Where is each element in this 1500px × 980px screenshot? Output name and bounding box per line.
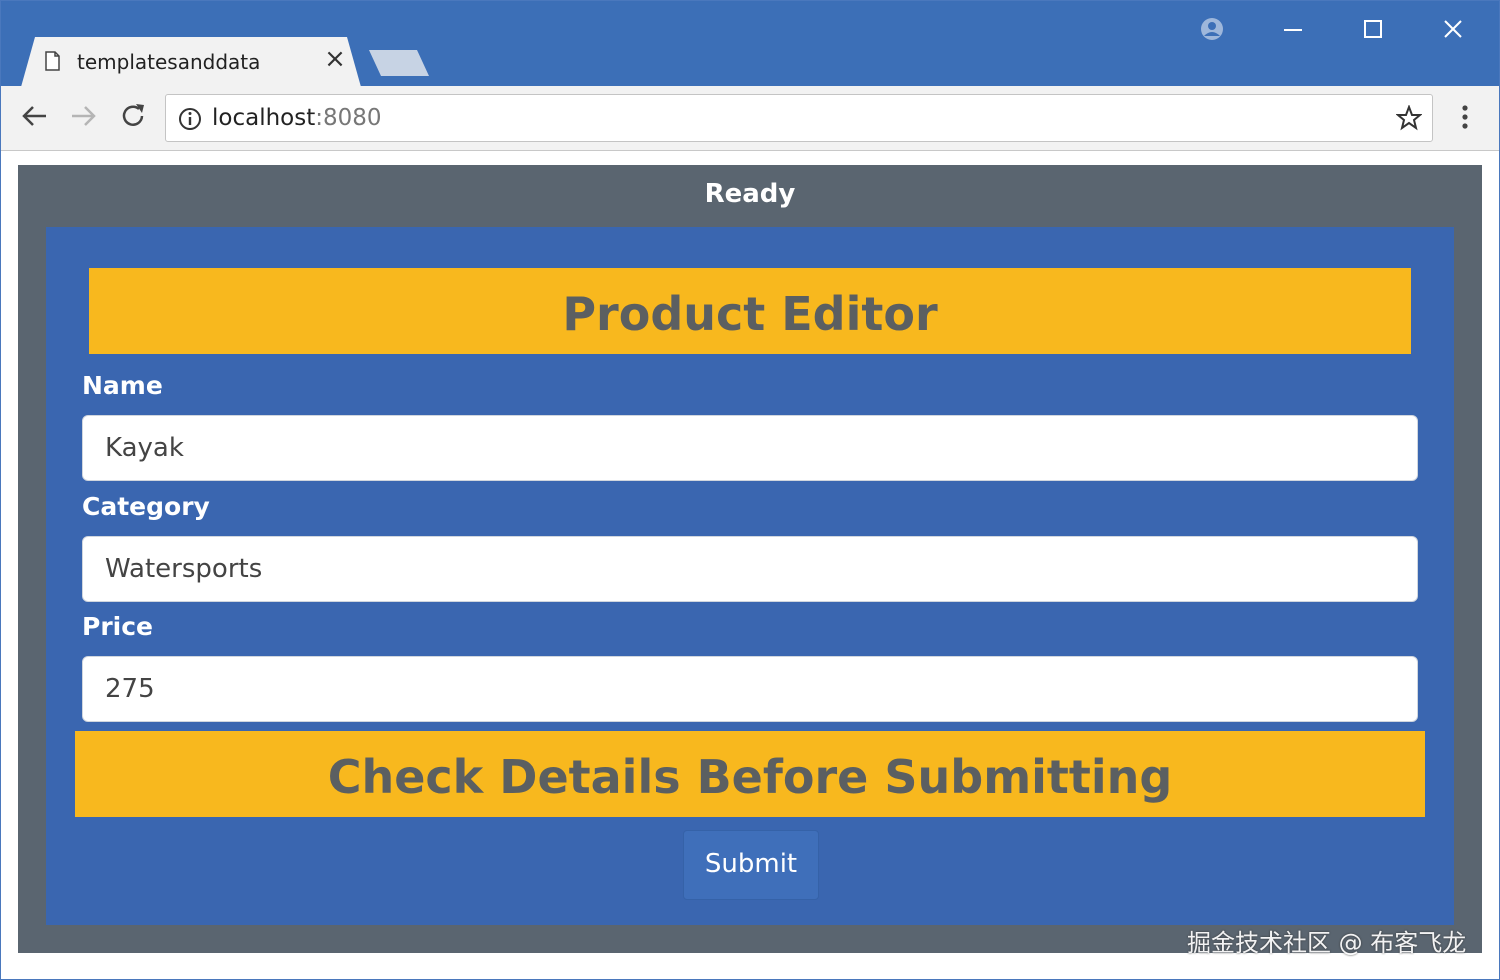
name-label: Name: [82, 371, 163, 400]
bookmark-star-icon[interactable]: [1396, 105, 1422, 131]
submit-button[interactable]: Submit: [683, 830, 819, 900]
title-bar: templatesanddata ×: [1, 1, 1499, 87]
editor-panel: Product Editor Name Kayak Category Water…: [46, 227, 1454, 925]
category-input[interactable]: Watersports: [82, 536, 1418, 602]
price-label: Price: [82, 612, 153, 641]
tab-close-icon[interactable]: ×: [321, 45, 349, 73]
address-bar[interactable]: localhost:8080: [165, 94, 1433, 142]
back-arrow-icon[interactable]: [19, 100, 51, 132]
reload-icon[interactable]: [117, 100, 149, 132]
minimize-icon[interactable]: [1275, 11, 1311, 47]
browser-tab[interactable]: templatesanddata ×: [21, 37, 361, 87]
forward-arrow-icon[interactable]: [67, 100, 99, 132]
browser-window: templatesanddata × localhost:8080 Ready …: [0, 0, 1500, 980]
status-text: Ready: [704, 179, 796, 209]
profile-icon[interactable]: [1194, 11, 1230, 47]
tab-title: templatesanddata: [77, 50, 261, 74]
address-host: localhost: [212, 105, 316, 131]
close-window-icon[interactable]: [1435, 11, 1471, 47]
address-port: :8080: [315, 105, 382, 131]
page-icon: [45, 51, 60, 71]
menu-dots-icon[interactable]: [1451, 100, 1479, 134]
page-content: Ready Product Editor Name Kayak Category…: [18, 165, 1482, 953]
new-tab-button[interactable]: [369, 50, 429, 76]
watermark: 掘金技术社区 @ 布客飞龙: [1187, 929, 1467, 957]
maximize-icon[interactable]: [1355, 11, 1391, 47]
address-text: localhost:8080: [212, 105, 382, 131]
info-icon[interactable]: [178, 107, 202, 131]
category-label: Category: [82, 492, 210, 521]
check-details-banner: Check Details Before Submitting: [75, 731, 1425, 817]
name-input[interactable]: Kayak: [82, 415, 1418, 481]
browser-toolbar: localhost:8080: [1, 86, 1499, 151]
page-title: Product Editor: [89, 268, 1411, 354]
price-input[interactable]: 275: [82, 656, 1418, 722]
